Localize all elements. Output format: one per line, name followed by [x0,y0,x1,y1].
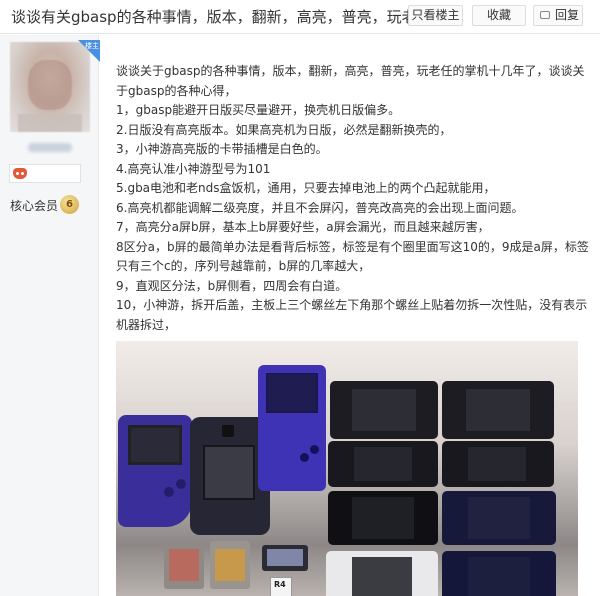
post-paragraph: 7，高亮分a屏b屏，基本上b屏要好些，a屏会漏光，而且越来越厉害， [116,220,490,234]
gameboy-color-purple [118,415,192,527]
post-body: 谈谈关于gbasp的各种事情，版本，翻新，高亮，普亮，玩老任的掌机十几年了，谈谈… [116,62,592,335]
member-level-badge: 6 [60,195,79,214]
gamepad-icon [13,168,27,179]
reply-icon [540,11,550,19]
ds-lite-screen [468,557,530,596]
post-paragraph: 1，gbasp能避开日版买尽量避开，换壳机日版偏多。 [116,103,401,117]
reply-button[interactable]: 回复 [533,5,583,26]
r4-card-label: R4 [274,580,286,589]
ds-lite-screen [468,447,526,481]
ds-lite-screen [468,497,530,539]
gameboy-advance-dpad [222,425,234,437]
user-badge-box [9,164,81,183]
post-paragraph: 2.日版没有高亮版本。如果高亮机为日版，必然是翻新换壳的， [116,122,452,137]
ds-lite-navy-bottom [442,551,556,596]
post-paragraph: 8区分a，b屏的最简单办法是看背后标签，标签是有个圈里面写这10的，9成是a屏，… [116,239,589,274]
username[interactable] [28,143,72,152]
cartridge-label [267,549,303,566]
ds-lite-top-right [442,381,554,439]
ds-lite-screen [352,389,416,431]
author-sidebar: 楼主 核心会员 6 [0,35,100,596]
member-level-label: 核心会员 [10,199,59,213]
cartridge-label [169,549,199,581]
post-paragraph: 5.gba电池和老nds盒饭机，通用，只要去掉电池上的两个凸起就能用， [116,181,496,195]
gameboy-advance-sp-blue [258,365,326,491]
ds-lite-screen [352,497,414,539]
only-op-button[interactable]: 只看楼主 [408,5,463,26]
gameboy-color-button [164,487,174,497]
gameboy-color-screen [128,425,182,465]
ds-lite-mid-left [328,441,438,487]
ds-lite-top-left [330,381,438,439]
ds-lite-white [326,551,438,596]
post-paragraph: 9，直观区分法，b屏侧看，四周会有白道。 [116,278,348,293]
favorite-button[interactable]: 收藏 [472,5,526,26]
gameboy-advance-screen [203,445,255,500]
post-header: 谈谈有关gbasp的各种事情，版本，翻新，高亮，普亮，玩老任 只看楼主 收藏 回… [0,0,600,34]
game-cartridge [164,541,204,589]
post-content: 谈谈关于gbasp的各种事情，版本，翻新，高亮，普亮，玩老任的掌机十几年了，谈谈… [100,35,600,596]
post-paragraph: 4.高亮认准小神游型号为101 [116,161,271,176]
gameboy-advance-sp-screen [266,373,318,413]
post-title: 谈谈有关gbasp的各种事情，版本，翻新，高亮，普亮，玩老任 [11,8,432,26]
avatar[interactable] [10,42,90,132]
ds-lite-screen [354,447,412,481]
game-cartridge [262,545,308,571]
r4-card: R4 [270,577,292,596]
ds-lite-screen [466,389,530,431]
reply-button-label: 回复 [555,8,580,22]
post-paragraph: 谈谈关于gbasp的各种事情，版本，翻新，高亮，普亮，玩老任的掌机十几年了，谈谈… [116,64,585,98]
post-paragraph: 10，小神游，拆开后盖，主板上三个螺丝左下角那个螺丝上贴着勿拆一次性贴，没有表示… [116,298,588,332]
post-paragraph: 3，小神游高亮版的卡带插槽是白色的。 [116,142,328,156]
gameboy-advance-sp-button [310,445,319,454]
ds-lite-mid-right [442,441,554,487]
game-cartridge [210,541,250,589]
ds-lite-navy-lower [442,491,556,545]
gameboy-color-button [176,479,186,489]
post-paragraph: 6.高亮机都能调解二级亮度，并且不会屏闪，普亮改高亮的会出现上面问题。 [116,200,524,215]
post-photo[interactable]: R4 [116,341,578,596]
ds-lite-black-lower [328,491,438,545]
cartridge-label [215,549,245,581]
gameboy-advance-sp-button [300,453,309,462]
ds-lite-white-screen [352,557,412,596]
